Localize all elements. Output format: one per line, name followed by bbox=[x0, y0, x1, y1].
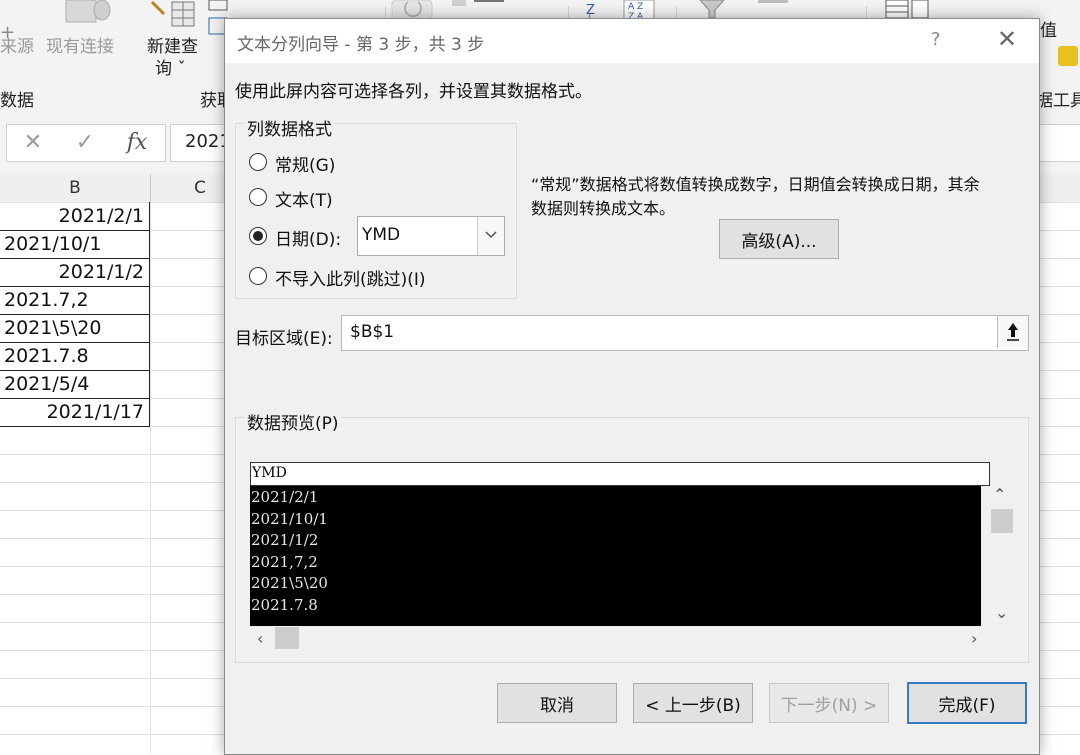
preview-row: 2021,7,2 bbox=[251, 552, 318, 571]
new-query-button-line2[interactable]: 询 ˇ bbox=[155, 54, 186, 79]
cancel-button[interactable]: 取消 bbox=[497, 683, 617, 723]
column-gridline bbox=[150, 202, 151, 753]
svg-text:A Z: A Z bbox=[628, 2, 643, 12]
finish-button[interactable]: 完成(F) bbox=[907, 682, 1027, 724]
text-to-columns-dialog: 文本分列向导 - 第 3 步，共 3 步 ? ✕ 使用此屏内容可选择各列，并设置… bbox=[224, 18, 1040, 755]
close-icon[interactable]: ✕ bbox=[995, 25, 1019, 53]
dropdown-icon bbox=[1058, 46, 1078, 66]
column-format-group-label: 列数据格式 bbox=[245, 115, 334, 140]
column-header-b[interactable]: B bbox=[0, 174, 150, 202]
new-query-icon bbox=[150, 0, 195, 27]
dialog-title: 文本分列向导 - 第 3 步，共 3 步 bbox=[237, 35, 485, 55]
collapse-dialog-button[interactable] bbox=[997, 316, 1028, 348]
column-divider bbox=[150, 174, 151, 202]
radio-text-label[interactable]: 文本(T) bbox=[275, 186, 333, 211]
chevron-down-icon[interactable] bbox=[477, 217, 504, 255]
scroll-left-icon[interactable]: ‹ bbox=[257, 629, 263, 648]
next-button[interactable]: 下一步(N) > bbox=[769, 683, 889, 723]
destination-value: $B$1 bbox=[350, 322, 395, 342]
preview-row: 2021/1/2 bbox=[251, 531, 319, 549]
scroll-down-icon[interactable]: ⌄ bbox=[995, 603, 1008, 622]
horizontal-scrollbar-thumb[interactable] bbox=[275, 627, 299, 649]
sheet-cell[interactable]: 2021/1/2 bbox=[0, 258, 144, 286]
radio-skip[interactable] bbox=[249, 267, 267, 285]
sheet-cell[interactable]: 2021/2/1 bbox=[0, 202, 144, 230]
preview-column-header[interactable]: YMD bbox=[250, 462, 990, 486]
help-icon[interactable]: ? bbox=[931, 29, 941, 50]
existing-connections-icon bbox=[65, 0, 111, 23]
date-format-value: YMD bbox=[362, 225, 401, 245]
connections-icon bbox=[452, 0, 504, 6]
preview-header-text: YMD bbox=[252, 465, 287, 481]
destination-input[interactable]: $B$1 bbox=[341, 315, 1029, 351]
preview-data-area[interactable]: 2021/2/1 2021/10/1 2021/1/2 2021,7,2 2021\5\… bbox=[250, 486, 981, 626]
scroll-right-icon[interactable]: › bbox=[971, 629, 977, 648]
cell-border bbox=[0, 426, 150, 427]
ribbon-group-data-label: 数据 bbox=[0, 91, 34, 111]
collapse-arrow-icon bbox=[1007, 323, 1019, 341]
cell-border bbox=[149, 202, 150, 426]
format-description-line2: 数据则转换成文本。 bbox=[531, 199, 676, 218]
preview-row: 2021/10/1 bbox=[251, 509, 328, 528]
dialog-instruction: 使用此屏内容可选择各列，并设置其数据格式。 bbox=[235, 82, 592, 102]
preview-row: 2021.7.8 bbox=[251, 595, 318, 614]
filter-icon bbox=[700, 0, 788, 19]
ribbon-value-label[interactable]: 值 bbox=[1040, 16, 1057, 41]
formula-cancel-button[interactable]: ✕ bbox=[18, 124, 48, 160]
data-preview-label: 数据预览(P) bbox=[245, 409, 341, 434]
ribbon-source-label[interactable]: 来源 bbox=[0, 32, 34, 57]
radio-date-label[interactable]: 日期(D): bbox=[275, 225, 341, 250]
radio-skip-label[interactable]: 不导入此列(跳过)(I) bbox=[275, 265, 426, 290]
vertical-scrollbar-thumb[interactable] bbox=[991, 509, 1013, 533]
insert-function-button[interactable]: fx bbox=[122, 124, 152, 160]
dialog-titlebar[interactable]: 文本分列向导 - 第 3 步，共 3 步 ? ✕ bbox=[225, 19, 1039, 63]
sheet-cell[interactable]: 2021/10/1 bbox=[0, 230, 150, 258]
preview-row: 2021\5\20 bbox=[251, 574, 328, 592]
sheet-cell[interactable]: 2021\5\20 bbox=[0, 314, 150, 342]
destination-label: 目标区域(E): bbox=[235, 329, 333, 349]
sheet-cell[interactable]: 2021/1/17 bbox=[0, 398, 144, 426]
ribbon-group-tools-label: 据工具 bbox=[1036, 91, 1080, 111]
formula-enter-button[interactable]: ✓ bbox=[70, 124, 100, 160]
format-description-line1: “常规”数据格式将数值转换成数字，日期值会转换成日期，其余 bbox=[531, 175, 980, 194]
preview-row: 2021/2/1 bbox=[251, 488, 319, 506]
radio-date[interactable] bbox=[249, 227, 267, 245]
scroll-up-icon[interactable]: ⌃ bbox=[993, 485, 1006, 504]
back-button[interactable]: < 上一步(B) bbox=[633, 683, 753, 723]
radio-general[interactable] bbox=[249, 153, 267, 171]
advanced-button[interactable]: 高级(A)... bbox=[719, 219, 839, 259]
radio-general-label[interactable]: 常规(G) bbox=[275, 151, 335, 176]
sheet-cell[interactable]: 2021.7.8 bbox=[0, 342, 150, 370]
sheet-cell[interactable]: 2021.7,2 bbox=[0, 286, 150, 314]
sheet-cell[interactable]: 2021/5/4 bbox=[0, 370, 150, 398]
date-format-select[interactable]: YMD bbox=[357, 216, 505, 256]
radio-text[interactable] bbox=[249, 188, 267, 206]
existing-connections-button[interactable]: 现有连接 bbox=[46, 32, 114, 57]
